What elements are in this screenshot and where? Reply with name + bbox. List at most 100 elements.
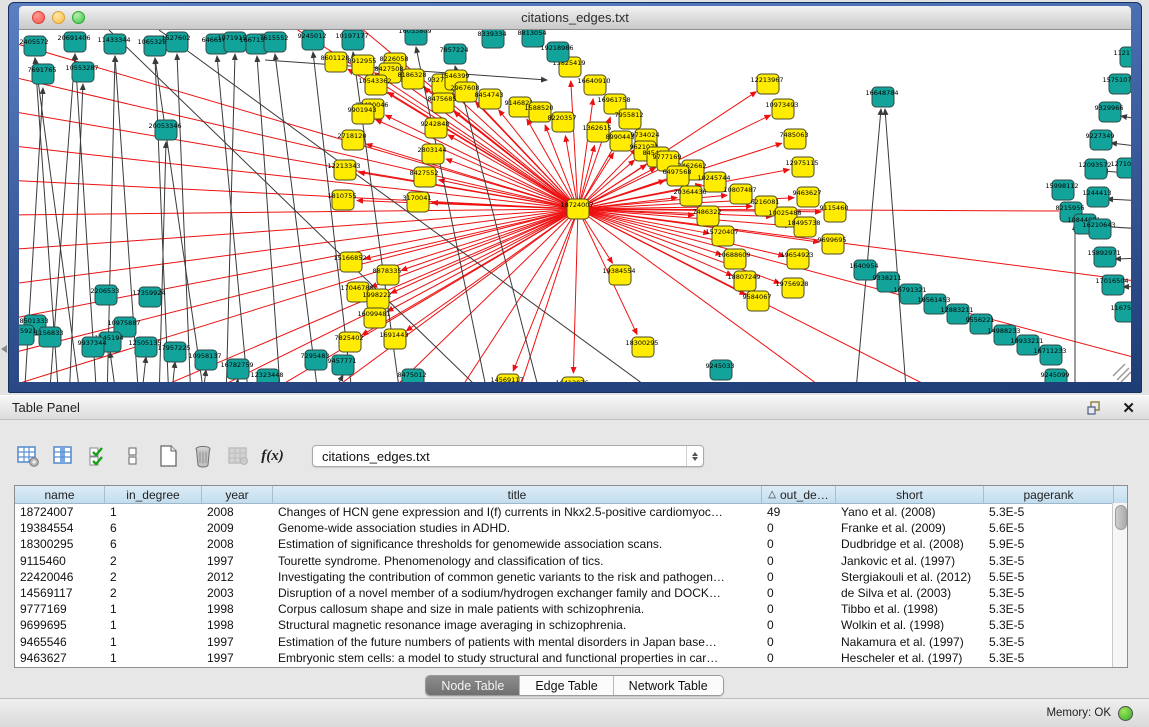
graph-node[interactable]: 16640910: [577, 75, 610, 95]
graph-node[interactable]: 9245012: [298, 30, 327, 50]
graph-node[interactable]: 12975115: [785, 157, 818, 177]
graph-node[interactable]: 17359924: [132, 287, 165, 307]
graph-node[interactable]: 10197177: [335, 30, 368, 50]
table-options-icon[interactable]: [14, 442, 41, 470]
delete-table-icon[interactable]: [224, 442, 251, 470]
graph-node[interactable]: 20053346: [148, 120, 181, 140]
column-header-name[interactable]: name: [15, 486, 105, 503]
row-select-icon[interactable]: [84, 442, 111, 470]
column-header-short[interactable]: short: [836, 486, 984, 503]
graph-node[interactable]: 9227349: [1086, 130, 1115, 150]
graph-node[interactable]: 6497568: [663, 166, 692, 186]
table-row[interactable]: 1456911722003Disruption of a novel membe…: [15, 585, 1127, 601]
graph-node[interactable]: 20364436: [673, 186, 706, 206]
column-header-out_de[interactable]: △out_de…: [762, 486, 836, 503]
table-row[interactable]: 946362711997Embryonic stem cells: a mode…: [15, 650, 1127, 666]
graph-node[interactable]: 12323448: [250, 369, 283, 382]
graph-node[interactable]: 12710904: [1110, 158, 1131, 178]
window-titlebar[interactable]: citations_edges.txt: [19, 6, 1131, 30]
column-header-title[interactable]: title: [273, 486, 762, 503]
graph-node[interactable]: 19218986: [540, 42, 573, 62]
tab-edge-table[interactable]: Edge Table: [520, 676, 613, 695]
graph-node[interactable]: 9115460: [820, 202, 849, 222]
trash-icon[interactable]: [189, 442, 216, 470]
graph-node[interactable]: 9245033: [706, 360, 735, 380]
table-row[interactable]: 977716911998Corpus callosum shape and si…: [15, 601, 1127, 617]
scrollbar-thumb[interactable]: [1115, 505, 1127, 530]
function-builder-icon[interactable]: f(x): [259, 442, 286, 470]
graph-node[interactable]: 7955812: [615, 109, 644, 129]
graph-node[interactable]: 9584067: [743, 291, 772, 311]
graph-node[interactable]: 11433344: [97, 34, 130, 54]
graph-node[interactable]: 8427552: [410, 167, 439, 187]
graph-node[interactable]: 19384554: [602, 265, 635, 285]
combo-stepper-icon[interactable]: [686, 446, 703, 466]
graph-node[interactable]: 7295483: [301, 350, 330, 370]
graph-node[interactable]: 9245099: [1041, 369, 1070, 382]
graph-node[interactable]: 16782759: [220, 359, 253, 379]
graph-node[interactable]: 20691406: [57, 32, 90, 52]
graph-node[interactable]: 9329966: [1095, 102, 1124, 122]
float-panel-icon[interactable]: [1087, 401, 1102, 415]
graph-node[interactable]: 16412076: [555, 377, 588, 382]
table-row[interactable]: 1830029562008Estimation of significance …: [15, 536, 1127, 552]
graph-node[interactable]: 8454743: [475, 89, 504, 109]
graph-node[interactable]: 10553287: [65, 62, 98, 82]
graph-node[interactable]: 1691443: [380, 329, 409, 349]
graph-node[interactable]: 17957225: [157, 342, 190, 362]
graph-node[interactable]: 10958137: [188, 350, 221, 370]
graph-node[interactable]: 15751074: [1102, 74, 1131, 94]
graph-node[interactable]: 12213343: [327, 160, 360, 180]
graph-node[interactable]: 15892971: [1087, 247, 1120, 267]
graph-node[interactable]: 8878335: [373, 265, 402, 285]
table-row[interactable]: 911546021997Tourette syndrome. Phenomeno…: [15, 553, 1127, 569]
graph-node[interactable]: 16711233: [1033, 345, 1066, 365]
graph-node[interactable]: 1998222: [363, 289, 392, 309]
collapse-panel-arrow-icon[interactable]: [1, 345, 7, 353]
graph-node[interactable]: 1167533: [1111, 302, 1131, 322]
column-header-in_degree[interactable]: in_degree: [105, 486, 202, 503]
graph-node[interactable]: 8912955: [348, 55, 377, 75]
graph-node[interactable]: 9463627: [793, 187, 822, 207]
graph-node[interactable]: 15720407: [705, 226, 738, 246]
graph-node[interactable]: 11217515: [1113, 47, 1131, 67]
graph-node[interactable]: 2206533: [91, 285, 120, 305]
graph-node[interactable]: 15166852: [333, 252, 366, 272]
tab-node-table[interactable]: Node Table: [426, 676, 520, 695]
graph-node[interactable]: 12213967: [750, 74, 783, 94]
graph-node[interactable]: 8339334: [478, 30, 507, 48]
canvas-resize-grip[interactable]: [1113, 364, 1131, 382]
graph-node[interactable]: 16099481: [357, 308, 390, 328]
graph-node[interactable]: 10688609: [717, 249, 750, 269]
graph-node[interactable]: 19756928: [775, 278, 808, 298]
graph-node[interactable]: 7615552: [260, 32, 289, 52]
graph-node[interactable]: 16033809: [398, 30, 431, 45]
graph-node[interactable]: 8220357: [548, 112, 577, 132]
graph-node[interactable]: 14569117: [490, 374, 523, 382]
column-header-pagerank[interactable]: pagerank: [984, 486, 1114, 503]
graph-node[interactable]: 1156833: [35, 327, 64, 347]
rows-icon[interactable]: [119, 442, 146, 470]
graph-node[interactable]: 2405572: [20, 36, 49, 56]
graph-node[interactable]: 2803144: [418, 144, 447, 164]
graph-node[interactable]: 7825402: [335, 332, 364, 352]
graph-node[interactable]: 2718120: [338, 130, 367, 150]
table-row[interactable]: 946554611997Estimation of the future num…: [15, 634, 1127, 650]
graph-node[interactable]: 19654923: [780, 249, 813, 269]
graph-node[interactable]: 16648784: [865, 87, 898, 107]
graph-node[interactable]: 7691765: [28, 64, 57, 84]
close-panel-icon[interactable]: ✕: [1122, 399, 1135, 417]
graph-node[interactable]: 7486322: [693, 206, 722, 226]
graph-node[interactable]: 7485063: [780, 129, 809, 149]
graph-node[interactable]: 1810755: [328, 190, 357, 210]
column-icon[interactable]: [49, 442, 76, 470]
graph-node[interactable]: 9457771: [328, 355, 357, 375]
graph-node[interactable]: 8601128: [321, 52, 350, 72]
graph-node[interactable]: 9937344: [78, 337, 107, 357]
graph-node[interactable]: 3170041: [403, 192, 432, 212]
graph-node[interactable]: 1527602: [162, 32, 191, 52]
graph-node[interactable]: 8186328: [398, 69, 427, 89]
graph-node[interactable]: 9699695: [818, 234, 847, 254]
tab-network-table[interactable]: Network Table: [614, 676, 723, 695]
graph-node[interactable]: 17016504: [1095, 275, 1128, 295]
